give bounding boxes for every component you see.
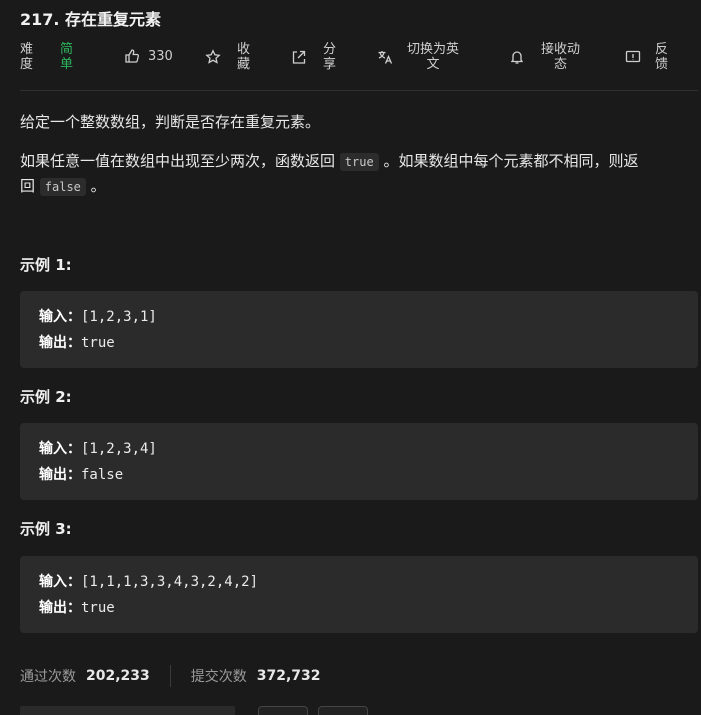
header-divider <box>20 90 698 91</box>
code-true: true <box>340 153 379 171</box>
example-1-title: 示例 1: <box>20 254 72 275</box>
description-paragraph-1: 给定一个整数数组，判断是否存在重复元素。 <box>20 110 695 134</box>
difficulty: 难 度 简 单 <box>20 42 73 72</box>
bell-icon <box>509 49 525 65</box>
favorite-button[interactable]: 收 藏 <box>205 42 250 72</box>
like-count: 330 <box>148 49 173 64</box>
cut-off-button-1[interactable] <box>258 706 308 715</box>
subscribe-label: 接收动 态 <box>541 42 580 72</box>
problem-toolbar: 难 度 简 单 330 <box>0 38 701 76</box>
submissions-label: 提交次数 <box>191 666 247 686</box>
example-2-box: 输入：[1,2,3,4] 输出：false <box>20 423 698 500</box>
difficulty-label: 难 度 <box>20 42 33 72</box>
accepted-label: 通过次数 <box>20 666 76 686</box>
example-2-title: 示例 2: <box>20 386 72 407</box>
feedback-icon <box>625 49 641 65</box>
cut-off-button-2[interactable] <box>318 706 368 715</box>
switch-language-button[interactable]: 切换为英 文 <box>377 42 459 72</box>
share-icon <box>291 49 307 65</box>
bottom-row-partial <box>20 706 701 715</box>
subscribe-button[interactable]: 接收动 态 <box>509 42 580 72</box>
description-paragraph-2: 如果任意一值在数组中出现至少两次，函数返回 true 。如果数组中每个元素都不相… <box>20 149 695 199</box>
example-2-output: 输出：false <box>39 464 123 484</box>
star-icon <box>205 49 221 65</box>
thumbs-up-icon <box>124 48 140 64</box>
switch-language-label: 切换为英 文 <box>407 42 459 72</box>
difficulty-value: 简 单 <box>60 42 73 72</box>
example-3-input: 输入：[1,1,1,3,3,4,3,2,4,2] <box>39 571 258 591</box>
share-label: 分 享 <box>323 42 336 72</box>
example-3-box: 输入：[1,1,1,3,3,4,3,2,4,2] 输出：true <box>20 556 698 633</box>
problem-page: 217. 存在重复元素 难 度 简 单 330 <box>0 0 701 715</box>
example-1-input: 输入：[1,2,3,1] <box>39 306 157 326</box>
code-false: false <box>40 178 86 196</box>
submission-stats: 通过次数 202,233 提交次数 372,732 <box>20 665 321 687</box>
translate-icon <box>377 49 393 65</box>
example-1-output: 输出：true <box>39 332 115 352</box>
example-3-output: 输出：true <box>39 597 115 617</box>
share-button[interactable]: 分 享 <box>291 42 336 72</box>
example-1-box: 输入：[1,2,3,1] 输出：true <box>20 291 698 368</box>
like-button[interactable]: 330 <box>124 48 173 64</box>
accepted-value: 202,233 <box>86 668 150 684</box>
feedback-label: 反 馈 <box>655 42 668 72</box>
favorite-label: 收 藏 <box>237 42 250 72</box>
stats-divider <box>170 665 171 687</box>
example-2-input: 输入：[1,2,3,4] <box>39 438 157 458</box>
cut-off-text <box>20 706 235 715</box>
feedback-button[interactable]: 反 馈 <box>625 42 668 72</box>
example-3-title: 示例 3: <box>20 518 72 539</box>
submissions-value: 372,732 <box>257 668 321 684</box>
problem-title: 217. 存在重复元素 <box>20 6 161 30</box>
